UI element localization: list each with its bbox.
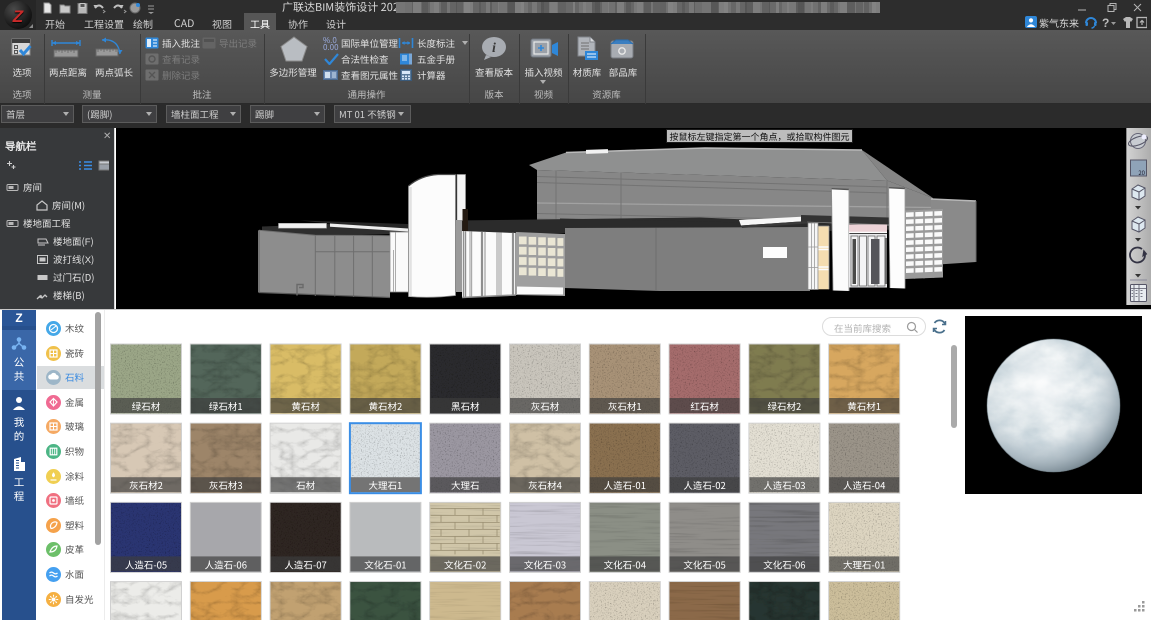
svg-text:绿石材2: 绿石材2	[768, 399, 802, 413]
svg-text:人造石-02: 人造石-02	[683, 478, 725, 492]
svg-text:人造石-05: 人造石-05	[125, 557, 167, 571]
svg-text:灰石材4: 灰石材4	[528, 478, 562, 492]
svg-text:黄石材: 黄石材	[291, 399, 320, 413]
svg-text:人造石-07: 人造石-07	[284, 557, 326, 571]
svg-text:文化石-01: 文化石-01	[364, 557, 406, 571]
svg-text:文化石-03: 文化石-03	[524, 557, 566, 571]
svg-text:灰石材1: 灰石材1	[608, 399, 642, 413]
svg-text:人造石-06: 人造石-06	[205, 557, 247, 571]
svg-text:20: 20	[1138, 168, 1145, 177]
svg-text:文化石-05: 文化石-05	[683, 557, 725, 571]
svg-text:i: i	[492, 37, 496, 57]
svg-text:人造石-01: 人造石-01	[604, 478, 646, 492]
svg-text:灰石材: 灰石材	[531, 399, 560, 413]
svg-text:大理石1: 大理石1	[369, 478, 403, 492]
svg-text:文化石-02: 文化石-02	[444, 557, 486, 571]
svg-text:大理石-01: 大理石-01	[843, 557, 885, 571]
svg-text:绿石材: 绿石材	[132, 399, 161, 413]
svg-text:文化石-04: 文化石-04	[604, 557, 646, 571]
svg-text:石材: 石材	[296, 478, 316, 492]
svg-text:绿石材1: 绿石材1	[209, 399, 243, 413]
svg-text:灰石材3: 灰石材3	[209, 478, 243, 492]
svg-text:黄石材2: 黄石材2	[369, 399, 403, 413]
svg-text:红石材: 红石材	[690, 399, 719, 413]
svg-text:黑石材: 黑石材	[451, 399, 480, 413]
svg-text:人造石-03: 人造石-03	[763, 478, 805, 492]
svg-text:人造石-04: 人造石-04	[843, 478, 885, 492]
svg-text:大理石: 大理石	[451, 478, 480, 492]
svg-text:文化石-06: 文化石-06	[763, 557, 805, 571]
svg-text:黄石材1: 黄石材1	[847, 399, 881, 413]
svg-text:灰石材2: 灰石材2	[129, 478, 163, 492]
